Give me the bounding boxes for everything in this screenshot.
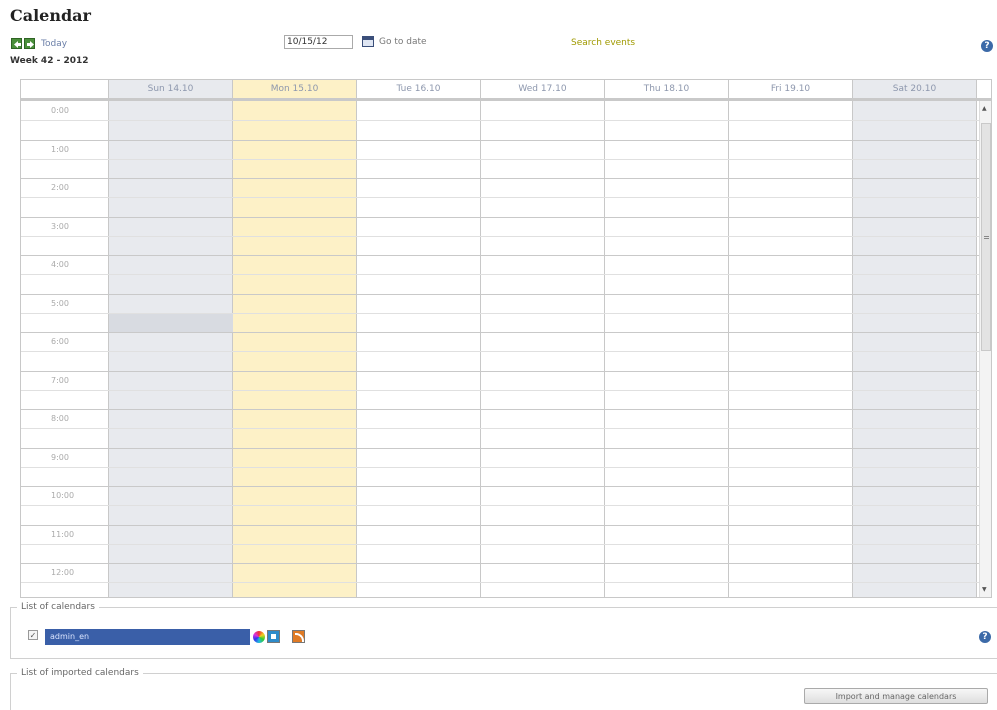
today-link[interactable]: Today: [41, 39, 67, 49]
half-hour-line: [21, 505, 979, 507]
time-label: 2:00: [51, 183, 69, 192]
half-hour-line: [21, 543, 979, 545]
time-label: 4:00: [51, 260, 69, 269]
half-hour-line: [21, 197, 979, 199]
day-header-4[interactable]: Thu 18.10: [605, 80, 729, 98]
half-hour-line: [21, 120, 979, 122]
hour-line: [21, 563, 979, 564]
week-navigation: Today: [11, 38, 67, 49]
calendar-visibility-checkbox[interactable]: ✓: [28, 630, 38, 640]
hour-line: [21, 293, 979, 295]
half-hour-line: [21, 582, 979, 584]
half-hour-line: [21, 312, 979, 314]
hour-line: [21, 524, 979, 526]
busy-slot[interactable]: [109, 312, 233, 332]
half-hour-line: [21, 466, 979, 468]
calendar-icon: [362, 36, 374, 47]
calendar-list-legend: List of calendars: [21, 602, 95, 612]
day-column-2[interactable]: [357, 101, 481, 597]
next-week-button[interactable]: [24, 38, 35, 49]
go-to-date-label: Go to date: [379, 36, 427, 47]
day-header-0[interactable]: Sun 14.10: [109, 80, 233, 98]
day-header-2[interactable]: Tue 16.10: [357, 80, 481, 98]
day-header-1[interactable]: Mon 15.10: [233, 80, 357, 98]
scroll-thumb[interactable]: [981, 123, 991, 351]
day-header-3[interactable]: Wed 17.10: [481, 80, 605, 98]
arrow-left-icon: [14, 41, 21, 48]
hour-line: [21, 486, 979, 487]
color-wheel-icon[interactable]: [253, 631, 265, 643]
half-hour-line: [21, 389, 979, 391]
day-header-6[interactable]: Sat 20.10: [853, 80, 977, 98]
hour-line: [21, 370, 979, 372]
time-label: 10:00: [51, 491, 75, 500]
time-label: 9:00: [51, 452, 69, 462]
imported-calendars-legend: List of imported calendars: [21, 668, 139, 678]
go-to-date-button[interactable]: Go to date: [362, 36, 427, 47]
week-label: Week 42 - 2012: [10, 56, 89, 66]
week-calendar-grid: Sun 14.10 Mon 15.10 Tue 16.10 Wed 17.10 Thu …: [20, 79, 992, 598]
time-label: 11:00: [51, 529, 75, 539]
hour-line: [21, 216, 979, 218]
page-title: Calendar: [10, 6, 91, 25]
hour-line: [21, 178, 979, 179]
day-column-1[interactable]: [233, 101, 357, 597]
time-label: 7:00: [51, 375, 69, 385]
time-label: 1:00: [51, 144, 69, 154]
help-icon[interactable]: ?: [979, 631, 991, 643]
time-label: 8:00: [51, 414, 69, 423]
import-calendars-button[interactable]: Import and manage calendars: [804, 688, 988, 704]
search-events-link[interactable]: Search events: [571, 38, 635, 48]
hour-line: [21, 447, 979, 449]
day-column-4[interactable]: [605, 101, 729, 597]
time-label: 6:00: [51, 337, 69, 346]
scroll-down-icon[interactable]: ▼: [982, 586, 987, 593]
prev-week-button[interactable]: [11, 38, 22, 49]
time-grid[interactable]: 0:00 1:00 2:00 3:00 4:00 5:00 6:00 7:00 8:00 9:00…: [21, 101, 991, 597]
hour-line: [21, 409, 979, 410]
export-icon[interactable]: [267, 630, 280, 643]
hour-line: [21, 332, 979, 333]
section-divider: [10, 658, 997, 659]
time-label: 12:00: [51, 568, 75, 577]
day-header-5[interactable]: Fri 19.10: [729, 80, 853, 98]
date-input[interactable]: [284, 35, 353, 49]
header-corner: [21, 80, 109, 98]
vertical-scrollbar[interactable]: ▲ ▼: [979, 101, 991, 597]
day-column-5[interactable]: [729, 101, 853, 597]
time-column: [21, 101, 109, 597]
day-header-row: Sun 14.10 Mon 15.10 Tue 16.10 Wed 17.10 Thu …: [21, 80, 991, 101]
day-column-0[interactable]: [109, 101, 233, 597]
scroll-up-icon[interactable]: ▲: [982, 105, 987, 112]
calendar-item-admin[interactable]: admin_en: [45, 629, 250, 645]
time-label: 3:00: [51, 221, 69, 231]
rss-icon[interactable]: [292, 630, 305, 643]
time-label: 5:00: [51, 298, 69, 308]
hour-line: [21, 139, 979, 141]
half-hour-line: [21, 158, 979, 160]
arrow-right-icon: [27, 41, 34, 48]
time-label: 0:00: [51, 106, 69, 115]
day-column-3[interactable]: [481, 101, 605, 597]
scroll-grip-icon: [984, 236, 989, 239]
day-column-6[interactable]: [853, 101, 977, 597]
half-hour-line: [21, 351, 979, 353]
half-hour-line: [21, 235, 979, 237]
help-icon[interactable]: ?: [981, 40, 993, 52]
half-hour-line: [21, 274, 979, 276]
half-hour-line: [21, 428, 979, 430]
hour-line: [21, 255, 979, 256]
